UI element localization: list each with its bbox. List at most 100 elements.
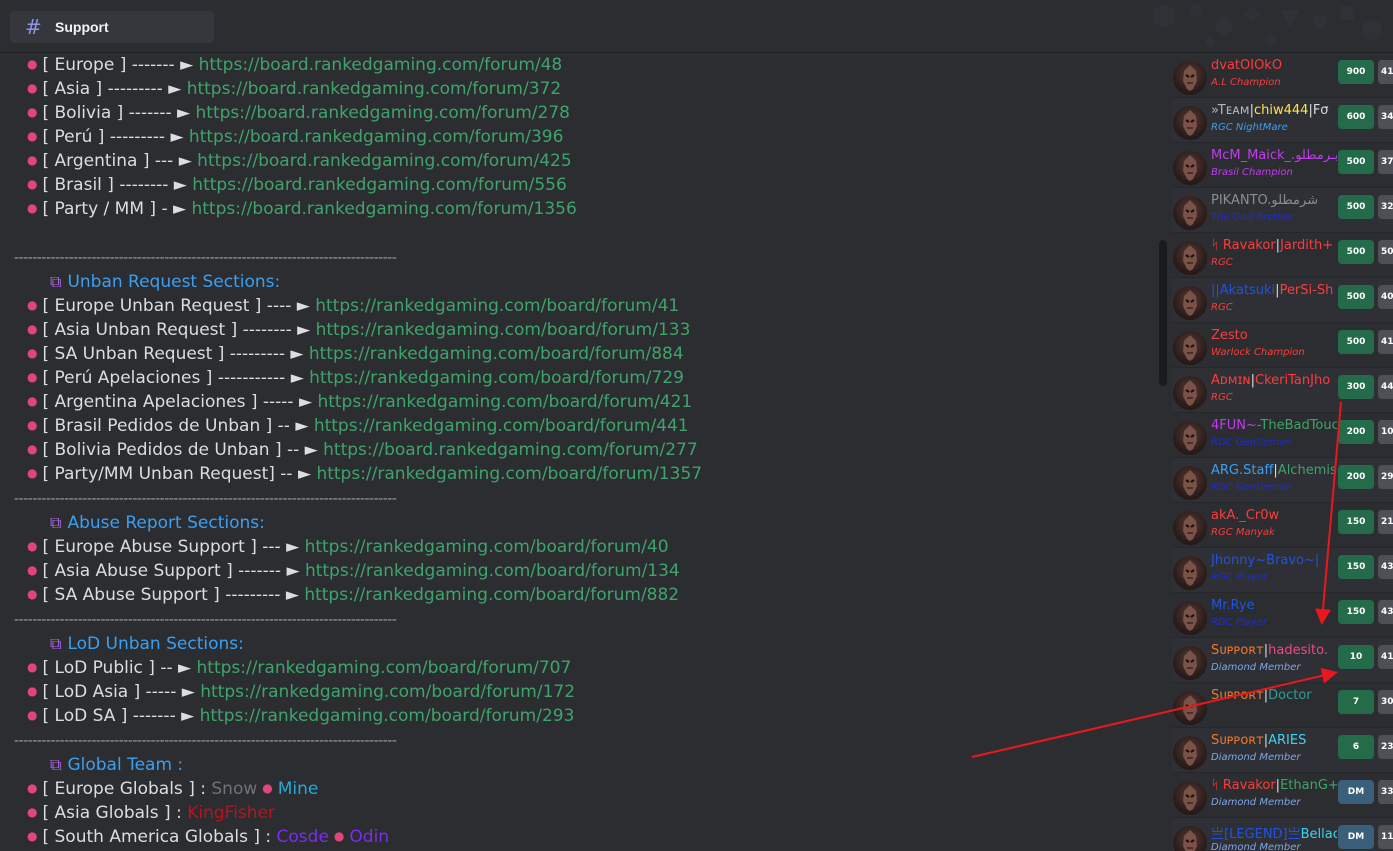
- leaderboard-row[interactable]: 亗[LEGEND]亗Bellac Diamond Member DM 11: [1172, 818, 1393, 851]
- username[interactable]: PIKANTO.شرمطلو: [1211, 193, 1337, 208]
- forum-link[interactable]: https://rankedgaming.com/board/forum/729: [309, 368, 684, 388]
- forum-link[interactable]: https://rankedgaming.com/board/forum/135…: [316, 464, 702, 484]
- forum-link[interactable]: https://rankedgaming.com/board/forum/40: [305, 537, 669, 557]
- leaderboard-row[interactable]: Zesto Warlock Champion 500 41: [1172, 323, 1393, 368]
- avatar[interactable]: [1173, 61, 1207, 95]
- avatar[interactable]: [1173, 466, 1207, 500]
- avatar[interactable]: [1173, 601, 1207, 635]
- leaderboard-row[interactable]: »Tᴇᴀᴍ|chiw444|Fσ RGC NightMare 600 34: [1172, 98, 1393, 143]
- forum-link[interactable]: https://board.rankedgaming.com/forum/278: [196, 103, 570, 123]
- leaderboard-row[interactable]: Sᴜᴘᴘᴏʀᴛ|ARIES Diamond Member 6 23: [1172, 728, 1393, 773]
- forum-link[interactable]: https://rankedgaming.com/board/forum/441: [314, 416, 689, 436]
- avatar[interactable]: [1173, 421, 1207, 455]
- forum-link[interactable]: https://board.rankedgaming.com/forum/396: [189, 127, 563, 147]
- username-part: +: [1327, 778, 1337, 793]
- username[interactable]: 亗[LEGEND]亗Bellac: [1211, 823, 1337, 842]
- username[interactable]: Sᴜᴘᴘᴏʀᴛ|hadesito.: [1211, 643, 1337, 658]
- avatar[interactable]: [1173, 556, 1207, 590]
- forum-link[interactable]: https://rankedgaming.com/board/forum/134: [305, 561, 680, 581]
- leaderboard-row[interactable]: Sᴜᴘᴘᴏʀᴛ|hadesito. Diamond Member 10 41: [1172, 638, 1393, 683]
- username[interactable]: ||Akatsuki|PerSi-Sh: [1211, 283, 1337, 298]
- username[interactable]: Aᴅᴍɪɴ|CkeriTanJho: [1211, 373, 1337, 388]
- leaderboard-row[interactable]: PIKANTO.شرمطلو The God Brother 500 32: [1172, 188, 1393, 233]
- forum-link[interactable]: https://rankedgaming.com/board/forum/172: [200, 682, 575, 702]
- username[interactable]: ARG.Staff|Alchemis: [1211, 463, 1337, 478]
- forum-link[interactable]: https://board.rankedgaming.com/forum/372: [187, 79, 561, 99]
- avatar[interactable]: [1173, 151, 1207, 185]
- username-part: -TheBadTouch: [1256, 418, 1337, 433]
- list-item: ●[ Europe Globals ] : Snow ● Mine: [27, 779, 319, 799]
- avatar[interactable]: [1173, 241, 1207, 275]
- leaderboard-row[interactable]: ᛋ Ravakor|EthanG+ Diamond Member DM 33: [1172, 773, 1393, 818]
- bullet-icon: ●: [333, 829, 345, 843]
- bullet-icon: ●: [27, 177, 38, 191]
- forum-link[interactable]: https://rankedgaming.com/board/forum/133: [316, 320, 691, 340]
- forum-link[interactable]: https://rankedgaming.com/board/forum/421: [317, 392, 692, 412]
- leaderboard-row[interactable]: Mr.Rye RGC Player 150 43: [1172, 593, 1393, 638]
- avatar[interactable]: [1173, 691, 1207, 725]
- username[interactable]: »Tᴇᴀᴍ|chiw444|Fσ: [1211, 103, 1337, 118]
- list-item: ●[ Asia ] --------- ► https://board.rank…: [27, 79, 562, 99]
- leaderboard-row[interactable]: McM_Maick_.بـرمطلو Brasil Champion 500 37: [1172, 143, 1393, 188]
- bullet-icon: ●: [27, 781, 38, 795]
- username[interactable]: Zesto: [1211, 328, 1337, 343]
- leaderboard-row[interactable]: ARG.Staff|Alchemis RGC Gentleman 200 29: [1172, 458, 1393, 503]
- username[interactable]: akA._Cr0w: [1211, 508, 1337, 523]
- forum-link[interactable]: https://board.rankedgaming.com/forum/277: [323, 440, 697, 460]
- points-badge: 500: [1338, 330, 1374, 354]
- leaderboard-row[interactable]: akA._Cr0w RGC Manyak 150 21: [1172, 503, 1393, 548]
- bullet-icon: ●: [27, 57, 38, 71]
- count-badge: 43: [1378, 555, 1393, 579]
- user-mention[interactable]: Mine: [278, 779, 319, 799]
- forum-link[interactable]: https://rankedgaming.com/board/forum/884: [309, 344, 684, 364]
- scrollbar[interactable]: [1159, 240, 1167, 386]
- user-mention[interactable]: Odin: [349, 827, 389, 847]
- username[interactable]: 4FUN~-TheBadTouch: [1211, 418, 1337, 433]
- username[interactable]: ᛋ Ravakor|EthanG+: [1211, 778, 1337, 793]
- username[interactable]: Mr.Rye: [1211, 598, 1337, 613]
- avatar[interactable]: [1173, 826, 1207, 851]
- forum-link[interactable]: https://rankedgaming.com/board/forum/882: [304, 585, 679, 605]
- avatar[interactable]: [1173, 781, 1207, 815]
- avatar[interactable]: [1173, 646, 1207, 680]
- leaderboard-row[interactable]: Jhonny~Bravo~| RGC Player 150 43: [1172, 548, 1393, 593]
- forum-link[interactable]: https://rankedgaming.com/board/forum/41: [315, 296, 679, 316]
- list-item: ●[ Bolivia ] ------- ► https://board.ran…: [27, 103, 570, 123]
- avatar[interactable]: [1173, 196, 1207, 230]
- username[interactable]: McM_Maick_.بـرمطلو: [1211, 148, 1337, 163]
- forum-link[interactable]: https://board.rankedgaming.com/forum/135…: [191, 199, 576, 219]
- avatar[interactable]: [1173, 511, 1207, 545]
- avatar[interactable]: [1173, 106, 1207, 140]
- forum-link[interactable]: https://board.rankedgaming.com/forum/48: [199, 55, 563, 75]
- leaderboard-row[interactable]: ᛋ Ravakor|Jardith+ RGC 500 50: [1172, 233, 1393, 278]
- user-title: Brasil Champion: [1211, 167, 1293, 178]
- username[interactable]: Jhonny~Bravo~|: [1211, 553, 1337, 568]
- forum-link[interactable]: https://board.rankedgaming.com/forum/425: [197, 151, 571, 171]
- forum-link[interactable]: https://rankedgaming.com/board/forum/707: [197, 658, 572, 678]
- leaderboard-row[interactable]: Sᴜᴘᴘᴏʀᴛ|Doctor 7 30: [1172, 683, 1393, 728]
- avatar[interactable]: [1173, 331, 1207, 365]
- username[interactable]: ᛋ Ravakor|Jardith+: [1211, 238, 1337, 253]
- username[interactable]: Sᴜᴘᴘᴏʀᴛ|Doctor: [1211, 688, 1337, 703]
- username-part: 亗[LEGEND]亗: [1211, 827, 1301, 842]
- leaderboard-row[interactable]: ||Akatsuki|PerSi-Sh RGC 500 40: [1172, 278, 1393, 323]
- username-part: ARIES: [1268, 733, 1307, 748]
- channel-tab[interactable]: # Support: [10, 11, 214, 43]
- bullet-icon: ●: [27, 370, 38, 384]
- username[interactable]: Sᴜᴘᴘᴏʀᴛ|ARIES: [1211, 733, 1337, 748]
- leaderboard-row[interactable]: Aᴅᴍɪɴ|CkeriTanJho RGC 300 44: [1172, 368, 1393, 413]
- forum-link[interactable]: https://board.rankedgaming.com/forum/556: [192, 175, 566, 195]
- user-mention[interactable]: KingFisher: [187, 803, 275, 823]
- avatar[interactable]: [1173, 376, 1207, 410]
- points-badge: 200: [1338, 420, 1374, 444]
- leaderboard-row[interactable]: 4FUN~-TheBadTouch RGC Gentleman 20010: [1172, 413, 1393, 458]
- username[interactable]: dvatOIOkO: [1211, 58, 1337, 73]
- leaderboard-row[interactable]: dvatOIOkO A.L Champion 900 41: [1172, 53, 1393, 98]
- username-part: Aᴅᴍɪɴ: [1211, 373, 1251, 388]
- avatar[interactable]: [1173, 736, 1207, 770]
- user-mention[interactable]: Snow: [211, 779, 257, 799]
- bullet-icon: ●: [27, 539, 38, 553]
- forum-link[interactable]: https://rankedgaming.com/board/forum/293: [200, 706, 575, 726]
- avatar[interactable]: [1173, 286, 1207, 320]
- user-mention[interactable]: Cosde: [277, 827, 329, 847]
